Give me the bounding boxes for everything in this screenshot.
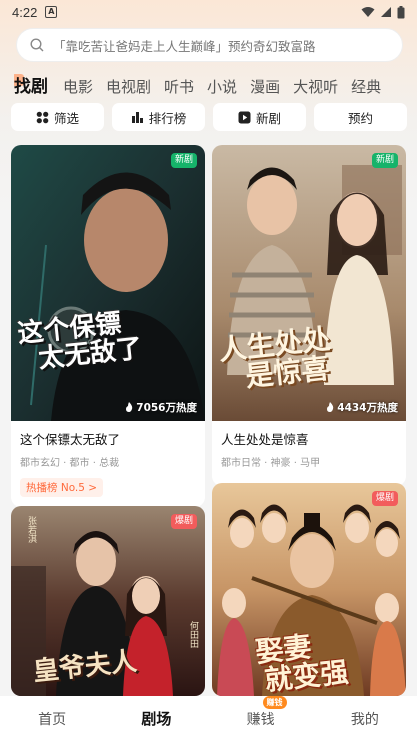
- filter-button-label: 筛选: [53, 110, 79, 126]
- nav-earn-label: 赚钱: [246, 711, 275, 728]
- drama-tags: 都市玄幻 · 都市 · 总裁: [20, 458, 120, 469]
- tab-big-audiovisual[interactable]: 大视听: [293, 76, 338, 98]
- drama-title: 这个保镖太无敌了: [20, 432, 121, 447]
- status-badge: 新剧: [371, 153, 398, 168]
- poster-title: 娶妻 就变强: [254, 628, 350, 696]
- status-time: 4:22: [12, 4, 38, 20]
- search-placeholder: 「靠吃苦让爸妈走上人生巅峰」预约奇幻致富路: [53, 38, 316, 54]
- drama-poster: 人生处处 是惊喜 新剧 4434万热度: [212, 145, 406, 421]
- drama-title: 人生处处是惊喜: [221, 432, 309, 447]
- bottom-nav: 首页 剧场 赚钱 赚钱 我的: [0, 695, 417, 741]
- nav-mine[interactable]: 我的: [313, 709, 417, 729]
- poster-small-text-line: 何田田: [188, 621, 198, 648]
- tab-tv-series[interactable]: 电视剧: [106, 76, 151, 98]
- filter-button[interactable]: 筛选: [11, 103, 104, 131]
- drama-poster: 娶妻 就变强 爆剧: [212, 483, 406, 696]
- reserve-button-label: 预约: [347, 110, 373, 126]
- heat-count: 7056万热度: [125, 400, 197, 415]
- earn-badge: 赚钱: [262, 695, 287, 709]
- drama-card[interactable]: 这个保镖 太无敌了 新剧 7056万热度 这个保镖太无敌了 都市玄幻 · 都市 …: [11, 145, 205, 507]
- nav-earn[interactable]: 赚钱 赚钱: [209, 695, 313, 729]
- search-bar[interactable]: 「靠吃苦让爸妈走上人生巅峰」预约奇幻致富路: [16, 28, 403, 62]
- new-drama-button-label: 新剧: [255, 110, 281, 126]
- status-badge: 新剧: [170, 153, 197, 168]
- tab-audiobook[interactable]: 听书: [164, 76, 194, 98]
- bar-chart-icon: [131, 111, 143, 123]
- rank-tag-text: 热播榜 No.5: [26, 482, 85, 494]
- drama-card[interactable]: 娶妻 就变强 爆剧: [212, 483, 406, 696]
- poster-small-text-line: 张若淇: [26, 516, 36, 543]
- grid-icon: [36, 111, 49, 123]
- tab-classic[interactable]: 经典: [351, 76, 381, 98]
- wifi-icon: [361, 7, 375, 17]
- battery-icon: [397, 5, 405, 18]
- nav-home[interactable]: 首页: [0, 709, 104, 729]
- drama-card[interactable]: 人生处处 是惊喜 新剧 4434万热度 人生处处是惊喜 都市日常 · 神豪 · …: [212, 145, 406, 486]
- heat-count-text: 4434万热度: [337, 402, 398, 414]
- drama-tags: 都市日常 · 神豪 · 马甲: [221, 458, 321, 469]
- fire-icon: [326, 402, 333, 412]
- play-icon: [238, 111, 251, 123]
- tab-novel[interactable]: 小说: [207, 76, 237, 98]
- reserve-button[interactable]: 预约: [314, 103, 407, 131]
- tab-comic[interactable]: 漫画: [250, 76, 280, 98]
- search-icon: [30, 38, 44, 52]
- status-badge: 爆剧: [371, 491, 398, 506]
- poster-title: 人生处处 是惊喜: [217, 322, 335, 394]
- drama-poster: 张若淇 何田田 皇爷夫人 爆剧: [11, 506, 205, 696]
- ranking-button[interactable]: 排行榜: [112, 103, 205, 131]
- ranking-button-label: 排行榜: [148, 110, 187, 126]
- category-tabs: 找剧 电影 电视剧 听书 小说 漫画 大视听 经典: [14, 72, 414, 98]
- tab-find-drama[interactable]: 找剧: [14, 74, 48, 98]
- fire-icon: [125, 402, 132, 412]
- rank-tag[interactable]: 热播榜 No.5 >: [20, 478, 104, 497]
- poster-small-text: 张若淇: [25, 516, 38, 543]
- nav-theater[interactable]: 剧场: [104, 708, 208, 729]
- heat-count: 4434万热度: [326, 400, 398, 415]
- nav-home-label: 首页: [38, 711, 67, 728]
- status-bar: 4:22 A: [0, 0, 417, 24]
- status-badge: 爆剧: [170, 514, 197, 529]
- heat-count-text: 7056万热度: [136, 402, 197, 414]
- notification-a-icon: A: [45, 6, 58, 18]
- tab-movie[interactable]: 电影: [63, 76, 93, 98]
- nav-mine-label: 我的: [350, 711, 379, 728]
- chevron-right-icon: >: [88, 482, 98, 494]
- status-icons: [361, 5, 405, 19]
- drama-poster: 这个保镖 太无敌了 新剧 7056万热度: [11, 145, 205, 421]
- filter-bar: 筛选 排行榜 新剧 预约: [11, 103, 407, 131]
- poster-small-text: 何田田: [187, 621, 200, 648]
- drama-card[interactable]: 张若淇 何田田 皇爷夫人 爆剧: [11, 506, 205, 696]
- signal-icon: [381, 7, 391, 17]
- new-drama-button[interactable]: 新剧: [213, 103, 306, 131]
- nav-theater-label: 剧场: [141, 710, 172, 728]
